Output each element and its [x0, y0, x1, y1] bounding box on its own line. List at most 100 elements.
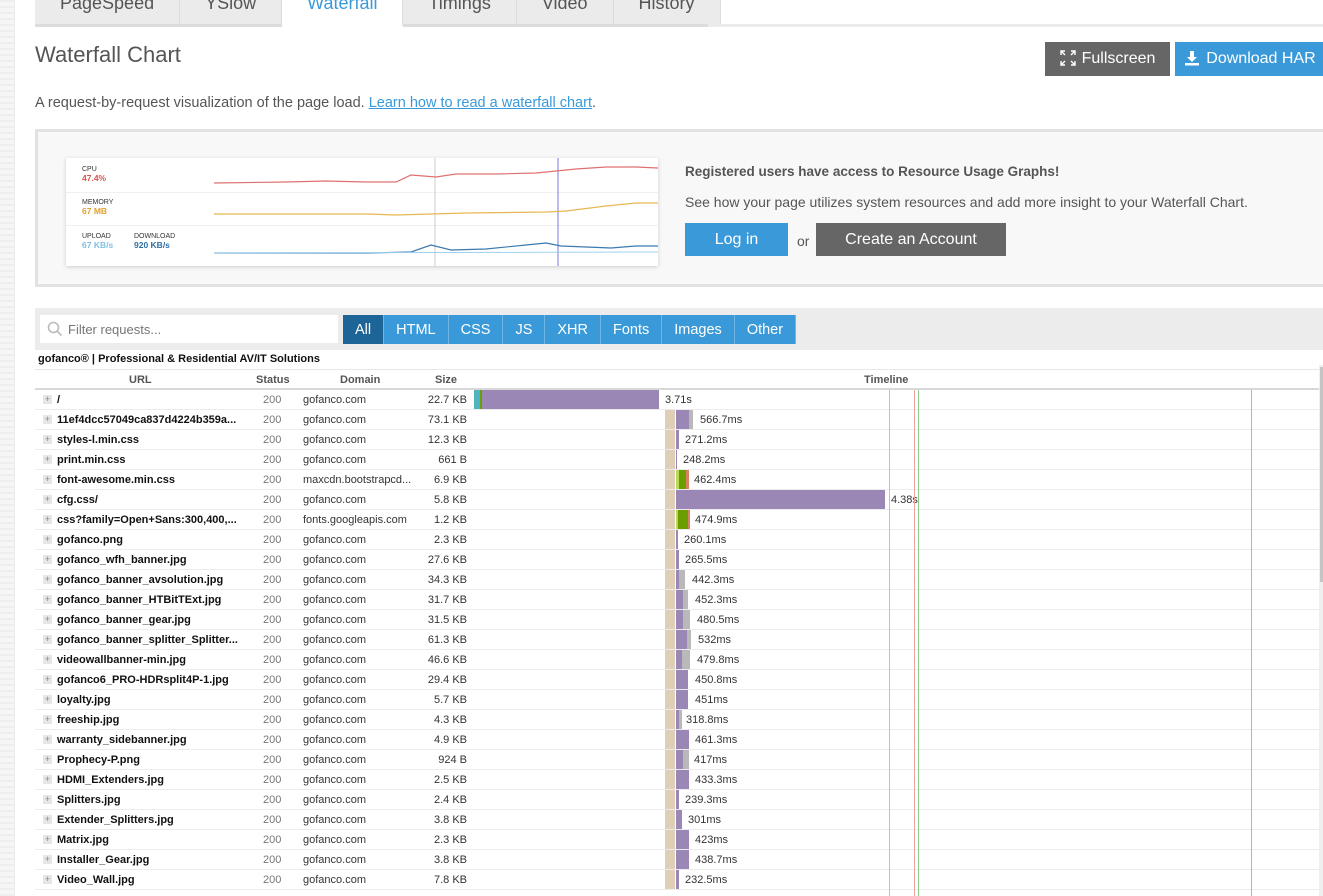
expand-row-icon[interactable]: +: [43, 435, 52, 444]
request-timeline[interactable]: 417ms: [473, 750, 1319, 770]
column-status[interactable]: Status: [256, 374, 290, 386]
request-row[interactable]: + gofanco_banner_avsolution.jpg 200 gofanco…: [35, 570, 1319, 590]
expand-row-icon[interactable]: +: [43, 675, 52, 684]
request-row[interactable]: + Video_Wall.jpg 200 gofanco.com 7.8 KB 232.5…: [35, 870, 1319, 890]
request-row[interactable]: + / 200 gofanco.com 22.7 KB 3.71s: [35, 390, 1319, 410]
expand-row-icon[interactable]: +: [43, 875, 52, 884]
filter-other[interactable]: Other: [734, 315, 797, 344]
filter-js[interactable]: JS: [503, 315, 546, 344]
expand-row-icon[interactable]: +: [43, 815, 52, 824]
request-row[interactable]: + loyalty.jpg 200 gofanco.com 5.7 KB 451ms: [35, 690, 1319, 710]
create-account-button[interactable]: Create an Account: [816, 223, 1006, 256]
expand-row-icon[interactable]: +: [43, 495, 52, 504]
column-domain[interactable]: Domain: [340, 374, 380, 386]
request-row[interactable]: + warranty_sidebanner.jpg 200 gofanco.com 4.…: [35, 730, 1319, 750]
expand-row-icon[interactable]: +: [43, 535, 52, 544]
request-row[interactable]: + videowallbanner-min.jpg 200 gofanco.com 46…: [35, 650, 1319, 670]
request-row[interactable]: + gofanco_banner_HTBitTExt.jpg 200 gofanco.…: [35, 590, 1319, 610]
request-row[interactable]: + Splitters.jpg 200 gofanco.com 2.4 KB 239.3m…: [35, 790, 1319, 810]
request-row[interactable]: + freeship.jpg 200 gofanco.com 4.3 KB 318.8ms: [35, 710, 1319, 730]
tab-timings[interactable]: Timings: [403, 0, 517, 27]
request-row[interactable]: + gofanco_wfh_banner.jpg 200 gofanco.com 27.…: [35, 550, 1319, 570]
request-timeline[interactable]: 423ms: [473, 830, 1319, 850]
request-timeline[interactable]: 3.71s: [473, 390, 1319, 410]
filter-css[interactable]: CSS: [448, 315, 504, 344]
request-timeline[interactable]: 265.5ms: [473, 550, 1319, 570]
request-timeline[interactable]: 301ms: [473, 810, 1319, 830]
column-url[interactable]: URL: [129, 374, 152, 386]
tab-waterfall[interactable]: Waterfall: [282, 0, 404, 27]
expand-row-icon[interactable]: +: [43, 615, 52, 624]
learn-waterfall-link[interactable]: Learn how to read a waterfall chart: [369, 95, 592, 111]
request-row[interactable]: + Matrix.jpg 200 gofanco.com 2.3 KB 423ms: [35, 830, 1319, 850]
filter-requests-input[interactable]: [40, 315, 338, 343]
request-timeline[interactable]: 461.3ms: [473, 730, 1319, 750]
expand-row-icon[interactable]: +: [43, 455, 52, 464]
expand-row-icon[interactable]: +: [43, 855, 52, 864]
expand-row-icon[interactable]: +: [43, 635, 52, 644]
request-row[interactable]: + HDMI_Extenders.jpg 200 gofanco.com 2.5 KB 4…: [35, 770, 1319, 790]
tab-history[interactable]: History: [613, 0, 721, 27]
request-row[interactable]: +11ef4dcc57049ca837d4224b359a... 200 gofan…: [35, 410, 1319, 430]
tab-pagespeed[interactable]: PageSpeed: [35, 0, 181, 27]
filter-images[interactable]: Images: [662, 315, 735, 344]
expand-row-icon[interactable]: +: [43, 395, 52, 404]
request-row[interactable]: + cfg.css/200 gofanco.com 5.8 KB 4.38s: [35, 490, 1319, 510]
request-timeline[interactable]: 474.9ms: [473, 510, 1319, 530]
expand-row-icon[interactable]: +: [43, 835, 52, 844]
expand-row-icon[interactable]: +: [43, 795, 52, 804]
expand-row-icon[interactable]: +: [43, 555, 52, 564]
request-timeline[interactable]: 438.7ms: [473, 850, 1319, 870]
request-row[interactable]: + gofanco.png 200 gofanco.com 2.3 KB 260.1ms: [35, 530, 1319, 550]
tab-video[interactable]: Video: [516, 0, 614, 27]
request-row[interactable]: + Installer_Gear.jpg 200 gofanco.com 3.8 KB 4…: [35, 850, 1319, 870]
request-timeline[interactable]: 532ms: [473, 630, 1319, 650]
expand-row-icon[interactable]: +: [43, 655, 52, 664]
request-row[interactable]: + font-awesome.min.css 200 maxcdn.bootstrap…: [35, 470, 1319, 490]
expand-row-icon[interactable]: +: [43, 575, 52, 584]
request-row[interactable]: + gofanco6_PRO-HDRsplit4P-1.jpg 200 gofanco…: [35, 670, 1319, 690]
request-timeline[interactable]: 239.3ms: [473, 790, 1319, 810]
request-timeline[interactable]: 271.2ms: [473, 430, 1319, 450]
request-row[interactable]: + Prophecy-P.png 200 gofanco.com 924 B 417ms: [35, 750, 1319, 770]
expand-row-icon[interactable]: +: [43, 755, 52, 764]
expand-row-icon[interactable]: +: [43, 715, 52, 724]
expand-row-icon[interactable]: +: [43, 475, 52, 484]
filter-all[interactable]: All: [343, 315, 385, 344]
request-timeline[interactable]: 566.7ms: [473, 410, 1319, 430]
filter-fonts[interactable]: Fonts: [600, 315, 663, 344]
expand-row-icon[interactable]: +: [43, 735, 52, 744]
expand-row-icon[interactable]: +: [43, 695, 52, 704]
request-timeline[interactable]: 232.5ms: [473, 870, 1319, 890]
expand-row-icon[interactable]: +: [43, 775, 52, 784]
tab-yslow[interactable]: YSlow: [180, 0, 283, 27]
request-timeline[interactable]: 480.5ms: [473, 610, 1319, 630]
request-timeline[interactable]: 451ms: [473, 690, 1319, 710]
expand-row-icon[interactable]: +: [43, 595, 52, 604]
request-timeline[interactable]: 450.8ms: [473, 670, 1319, 690]
fullscreen-button[interactable]: Fullscreen: [1045, 42, 1170, 76]
request-domain: gofanco.com: [303, 854, 366, 866]
filter-html[interactable]: HTML: [384, 315, 449, 344]
request-timeline[interactable]: 452.3ms: [473, 590, 1319, 610]
request-timeline[interactable]: 318.8ms: [473, 710, 1319, 730]
filter-xhr[interactable]: XHR: [545, 315, 601, 344]
request-timeline[interactable]: 248.2ms: [473, 450, 1319, 470]
request-timeline[interactable]: 462.4ms: [473, 470, 1319, 490]
request-timeline[interactable]: 479.8ms: [473, 650, 1319, 670]
request-row[interactable]: + gofanco_banner_splitter_Splitter... 200 g…: [35, 630, 1319, 650]
request-row[interactable]: + print.min.css 200 gofanco.com 661 B 248.2ms: [35, 450, 1319, 470]
download-har-button[interactable]: Download HAR: [1175, 42, 1323, 76]
request-timeline[interactable]: 260.1ms: [473, 530, 1319, 550]
request-timeline[interactable]: 4.38s: [473, 490, 1319, 510]
expand-row-icon[interactable]: +: [43, 415, 52, 424]
request-row[interactable]: + Extender_Splitters.jpg 200 gofanco.com 3.8…: [35, 810, 1319, 830]
request-row[interactable]: + gofanco_banner_gear.jpg 200 gofanco.com 31…: [35, 610, 1319, 630]
request-timeline[interactable]: 442.3ms: [473, 570, 1319, 590]
request-row[interactable]: + styles-l.min.css 200 gofanco.com 12.3 KB 27…: [35, 430, 1319, 450]
login-button[interactable]: Log in: [685, 223, 788, 256]
expand-row-icon[interactable]: +: [43, 515, 52, 524]
column-size[interactable]: Size: [435, 374, 457, 386]
request-timeline[interactable]: 433.3ms: [473, 770, 1319, 790]
request-row[interactable]: + css?family=Open+Sans:300,400,... 200 font…: [35, 510, 1319, 530]
